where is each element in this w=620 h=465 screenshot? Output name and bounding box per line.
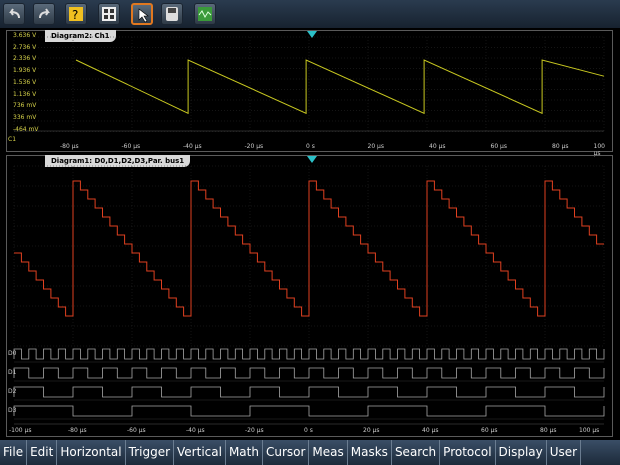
digital-trace-d2 bbox=[13, 386, 605, 398]
x-tick-label: 60 µs bbox=[481, 427, 498, 434]
x-tick-label: -40 µs bbox=[186, 427, 205, 434]
y-tick-label: 2.736 V bbox=[13, 43, 37, 51]
undo-arrow-icon bbox=[9, 8, 20, 19]
x-tick-label: 80 µs bbox=[540, 427, 557, 434]
parallel-bus-trace bbox=[14, 180, 604, 317]
help-button[interactable]: ? bbox=[65, 3, 87, 25]
digital-channel-label: D2 bbox=[8, 388, 17, 395]
digital-channel-label: D1 bbox=[8, 369, 17, 376]
menu-display[interactable]: Display bbox=[496, 440, 547, 465]
x-tick-label: 0 s bbox=[304, 427, 313, 434]
x-tick-label: -20 µs bbox=[245, 427, 264, 434]
menu-search[interactable]: Search bbox=[392, 440, 441, 465]
menu-bar: File Edit Horizontal Trigger Vertical Math Cur… bbox=[0, 440, 620, 465]
redo-button[interactable] bbox=[33, 3, 55, 25]
digital-channel-label: D3 bbox=[8, 407, 17, 414]
x-tick-label: 60 µs bbox=[490, 143, 508, 150]
x-tick-label: -60 µs bbox=[127, 427, 146, 434]
x-tick-label: 40 µs bbox=[422, 427, 439, 434]
x-tick-label: 100 µs bbox=[579, 427, 600, 434]
trigger-marker[interactable] bbox=[307, 31, 317, 38]
menu-user[interactable]: User bbox=[547, 440, 582, 465]
y-tick-label: 3.636 V bbox=[13, 32, 37, 39]
film-button[interactable] bbox=[98, 3, 120, 25]
y-tick-label: 336 mV bbox=[13, 113, 37, 121]
signal-screen-button[interactable] bbox=[194, 3, 216, 25]
storage-button[interactable] bbox=[161, 3, 183, 25]
menu-protocol[interactable]: Protocol bbox=[440, 440, 496, 465]
film-strip-icon bbox=[102, 7, 116, 21]
x-tick-label: -60 µs bbox=[121, 143, 141, 150]
disk-icon bbox=[166, 7, 178, 21]
digital-trace-d1 bbox=[13, 367, 605, 379]
x-tick-label: -100 µs bbox=[9, 427, 32, 434]
x-tick-label: -40 µs bbox=[183, 143, 202, 150]
digital-trace-d3 bbox=[13, 405, 605, 417]
redo-arrow-icon bbox=[39, 8, 50, 19]
waveform-screen-icon bbox=[198, 7, 212, 21]
diagram2-panel[interactable]: Diagram2: Ch1 3.636 V 2.736 V 2.336 V 1.936… bbox=[6, 30, 613, 157]
x-tick-label: 20 µs bbox=[367, 143, 385, 150]
trigger-marker-d1[interactable] bbox=[307, 156, 317, 163]
x-tick-label: 40 µs bbox=[429, 143, 446, 150]
y-tick-label: 1.536 V bbox=[13, 78, 37, 86]
diagram1-panel[interactable]: Diagram1: D0,D1,D2,D3,Par. bus1 D0 D1 D2 D3… bbox=[6, 155, 613, 437]
help-question-icon: ? bbox=[69, 7, 83, 22]
y-tick-label: 1.936 V bbox=[13, 67, 37, 75]
x-tick-label: 80 µs bbox=[552, 143, 569, 150]
diagram2-plot[interactable] bbox=[7, 31, 612, 151]
x-tick-label: -80 µs bbox=[60, 143, 79, 150]
digital-trace-d0 bbox=[13, 348, 605, 360]
x-tick-label: -80 µs bbox=[68, 427, 87, 434]
menu-file[interactable]: File bbox=[0, 440, 28, 465]
menu-horizontal[interactable]: Horizontal bbox=[57, 440, 126, 465]
ch1-trace bbox=[75, 59, 605, 115]
toolbar: ? bbox=[0, 0, 620, 28]
menu-math[interactable]: Math bbox=[226, 440, 263, 465]
menu-vertical[interactable]: Vertical bbox=[174, 440, 226, 465]
menu-meas[interactable]: Meas bbox=[309, 440, 348, 465]
channel-marker[interactable]: C1 bbox=[8, 136, 16, 143]
diagram1-plot[interactable] bbox=[7, 156, 612, 436]
svg-text:?: ? bbox=[72, 8, 78, 22]
y-tick-label: 2.336 V bbox=[13, 55, 37, 63]
y-tick-label: -464 mV bbox=[13, 125, 39, 133]
x-tick-label: -20 µs bbox=[244, 143, 264, 150]
select-pointer-button[interactable] bbox=[131, 3, 153, 25]
menu-edit[interactable]: Edit bbox=[27, 440, 58, 465]
menu-masks[interactable]: Masks bbox=[348, 440, 392, 465]
y-tick-label: 1.136 V bbox=[13, 90, 37, 98]
pointer-icon bbox=[138, 8, 149, 23]
x-tick-label: 20 µs bbox=[363, 427, 380, 434]
y-tick-label: 736 mV bbox=[13, 102, 37, 110]
menu-trigger[interactable]: Trigger bbox=[126, 440, 175, 465]
x-tick-label: 0 s bbox=[306, 143, 315, 150]
undo-button[interactable] bbox=[3, 3, 25, 25]
digital-channel-label: D0 bbox=[8, 350, 17, 357]
menu-cursor[interactable]: Cursor bbox=[263, 440, 310, 465]
